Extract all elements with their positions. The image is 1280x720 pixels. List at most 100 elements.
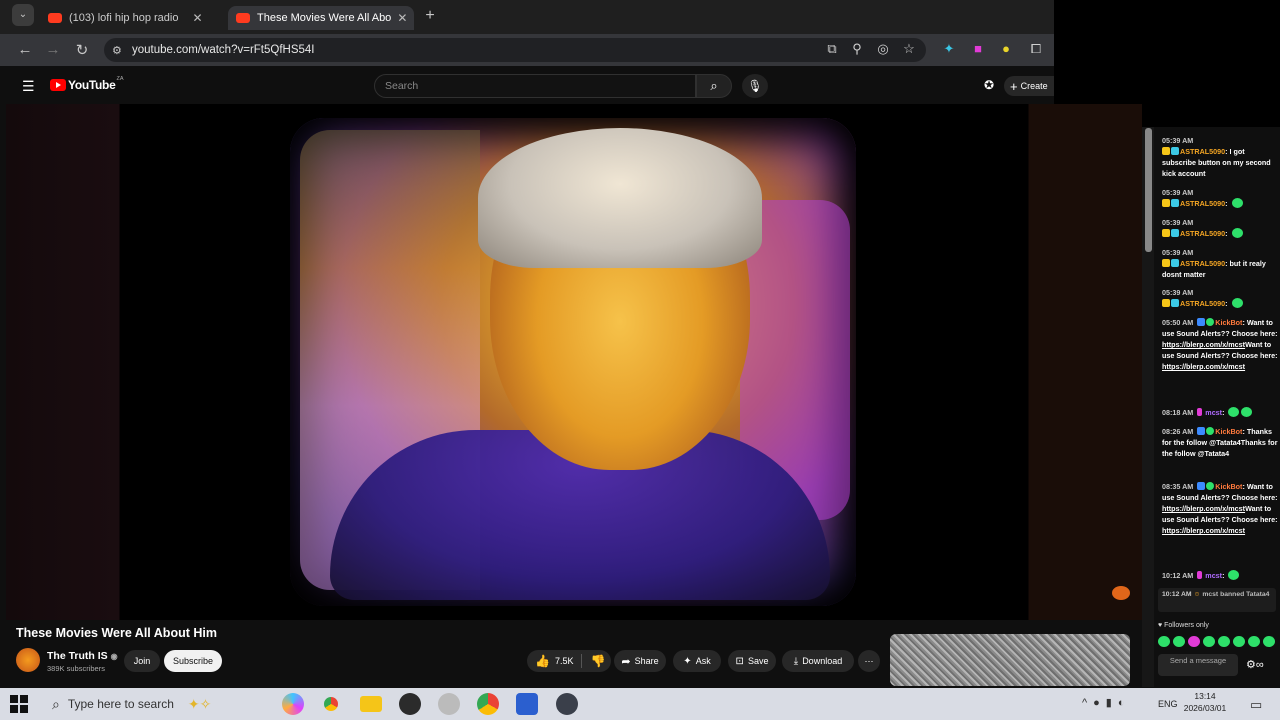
thumbs-up-icon[interactable]: 👍 (535, 654, 550, 668)
followers-only-notice: ♥ Followers only (1158, 622, 1209, 629)
tab-label: (103) lofi hip hop radio (69, 12, 179, 24)
subscribe-button[interactable]: Subscribe (164, 650, 222, 672)
eye-off-icon[interactable]: ◎ (874, 41, 892, 57)
chat-username[interactable]: ASTRAL5090 (1180, 259, 1225, 268)
forward-arrow-icon[interactable]: → (44, 41, 62, 58)
chat-link[interactable]: https://blerp.com/x/mcst (1162, 362, 1245, 371)
microphone-icon[interactable]: 🎙 (742, 74, 768, 98)
chat-timestamp: 08:18 AM (1162, 408, 1194, 417)
chat-link[interactable]: https://blerp.com/x/mcst (1162, 340, 1245, 349)
emote-icon[interactable] (1203, 636, 1215, 647)
emote-icon[interactable] (1173, 636, 1185, 647)
chat-message: 08:35 AM KickBot: Want to use Sound Aler… (1162, 482, 1278, 535)
zoom-icon[interactable]: ⚲ (848, 41, 866, 57)
tab-search-chevron-icon[interactable]: ⌄ (12, 4, 34, 26)
menu-hamburger-icon[interactable]: ☰ (22, 78, 35, 95)
chat-settings-icon[interactable]: ⚙∞ (1246, 658, 1264, 671)
kick-emote-icon (1231, 228, 1243, 238)
kick-emote-icon (1241, 407, 1253, 417)
chat-link[interactable]: https://blerp.com/x/mcst (1162, 526, 1245, 535)
tab-lofi[interactable]: (103) lofi hip hop radio ✕ (40, 6, 226, 30)
extension-translate-icon[interactable]: ✦ (940, 41, 958, 57)
chat-username[interactable]: ASTRAL5090 (1180, 229, 1225, 238)
tab-current-video[interactable]: These Movies Were All Abo ✕ (228, 6, 414, 30)
crown-badge-icon (1162, 199, 1170, 207)
emote-icon[interactable] (1263, 636, 1275, 647)
emote-icon[interactable] (1218, 636, 1230, 647)
system-tray-icons[interactable]: ^●▮◐ (1082, 696, 1131, 709)
copilot-app-icon[interactable] (282, 693, 304, 715)
emote-icon[interactable] (1188, 636, 1200, 647)
tab-close-icon[interactable]: ✕ (391, 11, 407, 25)
more-actions-button[interactable]: ⋯ (858, 650, 880, 672)
extension-pink-icon[interactable]: ■ (969, 41, 987, 56)
download-button[interactable]: ⤓ Download (782, 650, 854, 672)
plus-icon: + (1010, 78, 1018, 94)
chat-username[interactable]: ASTRAL5090 (1180, 147, 1225, 156)
chat-username[interactable]: KickBot (1215, 427, 1242, 436)
chat-username[interactable]: mcst (1205, 408, 1222, 417)
channel-avatar[interactable] (16, 648, 40, 672)
taskbar-search-box[interactable]: ⌕ Type here to search ✦✧ (44, 688, 274, 720)
youtube-favicon-icon (236, 13, 250, 23)
bookmark-star-icon[interactable]: ☆ (900, 41, 918, 57)
save-button[interactable]: ⊡ Save (728, 650, 776, 672)
chat-username[interactable]: ASTRAL5090 (1180, 299, 1225, 308)
chat-message: 08:26 AM KickBot: Thanks for the follow … (1162, 427, 1278, 458)
youtube-favicon-icon (48, 13, 62, 23)
input-language[interactable]: ENG (1158, 699, 1178, 709)
chat-message-input[interactable]: Send a message (1158, 654, 1238, 676)
youtube-search-input[interactable]: Search (374, 74, 696, 98)
back-arrow-icon[interactable]: ← (16, 41, 34, 58)
url-text: youtube.com/watch?v=rFt5QfHS54I (132, 44, 315, 56)
search-icon: ⌕ (52, 695, 60, 712)
reload-icon[interactable]: ↻ (73, 41, 91, 59)
emote-icon[interactable] (1158, 636, 1170, 647)
chat-username[interactable]: KickBot (1215, 318, 1242, 327)
extension-notification-icon[interactable]: ✪ (984, 78, 994, 92)
notifications-icon[interactable]: ▭ (1250, 697, 1262, 713)
mic-badge-icon (1197, 408, 1203, 416)
extension-yellow-icon[interactable]: ● (997, 41, 1015, 56)
youtube-logo[interactable]: YouTube ZA (50, 76, 123, 92)
chat-username[interactable]: KickBot (1215, 482, 1242, 491)
windows-start-icon[interactable] (10, 695, 28, 713)
install-app-icon[interactable]: ⧉ (823, 41, 841, 57)
youtube-play-icon (50, 79, 66, 91)
emote-icon[interactable] (1233, 636, 1245, 647)
chat-link[interactable]: https://blerp.com/x/mcst (1162, 504, 1245, 513)
address-bar[interactable]: ⚙ youtube.com/watch?v=rFt5QfHS54I (104, 38, 926, 62)
chrome-app-icon[interactable] (477, 693, 499, 715)
divider (581, 654, 583, 668)
channel-watermark-icon[interactable] (1112, 586, 1130, 600)
file-explorer-icon[interactable] (360, 696, 382, 712)
chat-username[interactable]: mcst (1205, 571, 1222, 580)
kick-emote-icon (1231, 298, 1243, 308)
chat-username[interactable]: ASTRAL5090 (1180, 199, 1225, 208)
search-icon[interactable]: ⌕ (696, 74, 732, 98)
extensions-puzzle-icon[interactable]: ⧠ (1027, 41, 1045, 57)
channel-name[interactable]: The Truth IS ◉ (47, 650, 118, 662)
chat-scrollbar-thumb[interactable] (1145, 128, 1152, 252)
mic-badge-icon (1197, 571, 1203, 579)
chat-timestamp: 05:39 AM (1162, 136, 1194, 145)
tab-close-icon[interactable]: ✕ (186, 11, 202, 25)
recommended-video-thumbnail[interactable] (890, 634, 1130, 686)
word-app-icon[interactable] (516, 693, 538, 715)
join-button[interactable]: Join (124, 650, 160, 672)
emote-icon[interactable] (1248, 636, 1260, 647)
app-icon[interactable] (438, 693, 460, 715)
sparkle-icon: ✦ (683, 655, 692, 667)
ask-button[interactable]: ✦ Ask (673, 650, 721, 672)
obs-app-icon[interactable] (399, 693, 421, 715)
create-button[interactable]: + Create (1004, 76, 1054, 96)
chat-timestamp: 08:35 AM (1162, 482, 1194, 491)
steam-app-icon[interactable] (556, 693, 578, 715)
new-tab-plus-icon[interactable]: + (421, 7, 439, 25)
like-count[interactable]: 7.5K (555, 656, 574, 666)
site-info-icon[interactable]: ⚙ (112, 44, 122, 57)
thumbs-down-icon[interactable]: 👎 (590, 654, 605, 668)
share-button[interactable]: ➦ Share (614, 650, 666, 672)
chrome-app-icon[interactable] (320, 693, 342, 715)
taskbar-clock[interactable]: 13:14 2026/03/01 (1180, 690, 1230, 714)
